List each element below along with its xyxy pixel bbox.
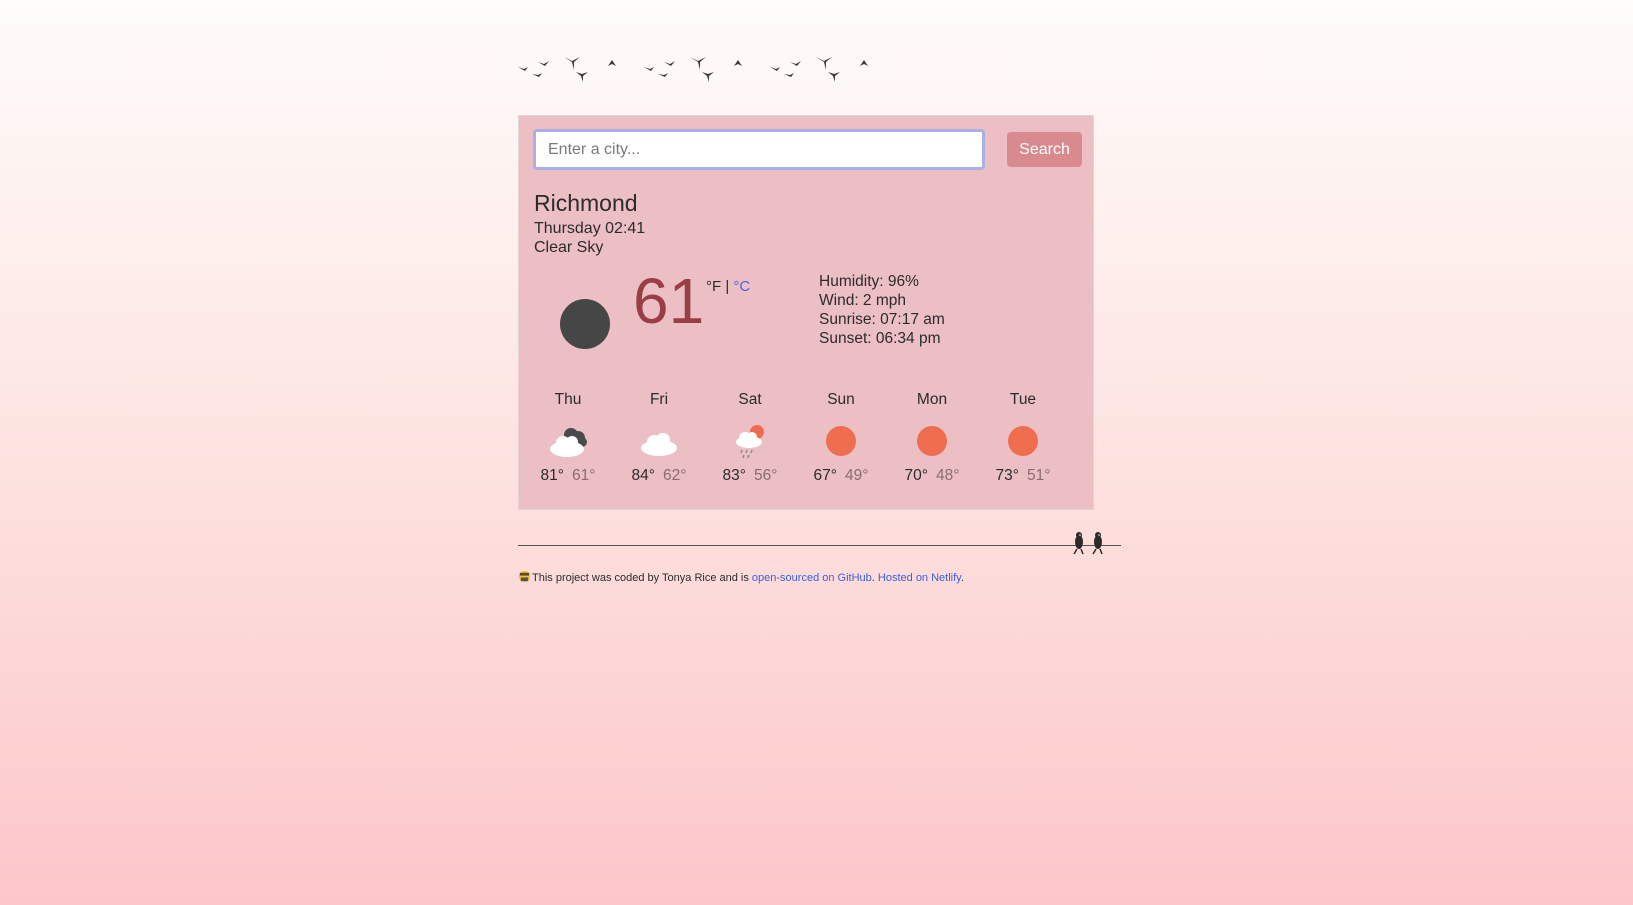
forecast-high: 67°: [813, 467, 837, 484]
footer-end: .: [960, 572, 964, 584]
unit-toggle: °F | °C: [706, 278, 750, 295]
cloud-icon: [641, 433, 677, 456]
current-temperature: 61: [633, 265, 705, 337]
forecast-list: Thu 81° 61° Fri 84° 62° Sat 83° 56° Sun …: [534, 391, 1106, 501]
sun-icon: [818, 421, 864, 461]
footer-divider: [518, 545, 1121, 546]
forecast-low: 56°: [754, 467, 778, 484]
forecast-low: 49°: [845, 467, 869, 484]
cloudy-night-icon: [550, 428, 587, 457]
forecast-low: 51°: [1027, 467, 1051, 484]
sun-icon: [909, 421, 955, 461]
moon-icon: [560, 299, 610, 349]
forecast-day: Sat 83° 56°: [705, 391, 795, 485]
weather-details: Humidity: 96% Wind: 2 mph Sunrise: 07:17…: [819, 272, 945, 348]
forecast-day: Thu 81° 61°: [523, 391, 613, 485]
celsius-link[interactable]: °C: [733, 278, 750, 295]
forecast-low: 61°: [572, 467, 596, 484]
forecast-high: 73°: [995, 467, 1019, 484]
forecast-day: Sun 67° 49°: [796, 391, 886, 485]
forecast-low: 48°: [936, 467, 960, 484]
weather-card: Search Richmond Thursday 02:41 Clear Sky…: [518, 115, 1094, 510]
forecast-low: 62°: [663, 467, 687, 484]
netlify-link[interactable]: Hosted on Netlify: [878, 572, 961, 584]
sun-rain-icon: [736, 425, 764, 459]
footer-text: This project was coded by Tonya Rice and…: [532, 572, 752, 584]
forecast-day-name: Mon: [916, 391, 948, 408]
forecast-high: 70°: [904, 467, 928, 484]
sunset: Sunset: 06:34 pm: [819, 330, 941, 347]
forecast-day: Tue 73° 51°: [978, 391, 1068, 485]
forecast-day: Fri 84° 62°: [614, 391, 704, 485]
coder-emoji-icon: [518, 570, 531, 583]
city-name: Richmond: [534, 190, 638, 216]
unit-separator: |: [721, 278, 734, 295]
sun-icon: [1000, 421, 1046, 461]
forecast-high: 84°: [631, 467, 655, 484]
wind: Wind: 2 mph: [819, 292, 907, 309]
search-button[interactable]: Search: [1007, 132, 1082, 167]
forecast-high: 83°: [722, 467, 746, 484]
forecast-day: Mon 70° 48°: [887, 391, 977, 485]
humidity: Humidity: 96%: [819, 273, 919, 290]
current-datetime: Thursday 02:41: [534, 220, 646, 237]
forecast-day-name: Sat: [738, 391, 762, 408]
fahrenheit-unit: °F: [706, 278, 722, 295]
footer: This project was coded by Tonya Rice and…: [518, 570, 964, 584]
city-search-input[interactable]: [533, 129, 985, 170]
perched-birds-icon: [1073, 532, 1103, 555]
forecast-day-name: Fri: [649, 391, 669, 408]
forecast-day-name: Tue: [1009, 391, 1037, 408]
forecast-high: 81°: [540, 467, 564, 484]
flying-birds-icon: [518, 57, 868, 82]
github-link[interactable]: open-sourced on GitHub: [752, 572, 872, 584]
sunrise: Sunrise: 07:17 am: [819, 311, 945, 328]
forecast-day-name: Sun: [827, 391, 855, 408]
forecast-day-name: Thu: [554, 391, 582, 408]
weather-description: Clear Sky: [534, 239, 604, 256]
